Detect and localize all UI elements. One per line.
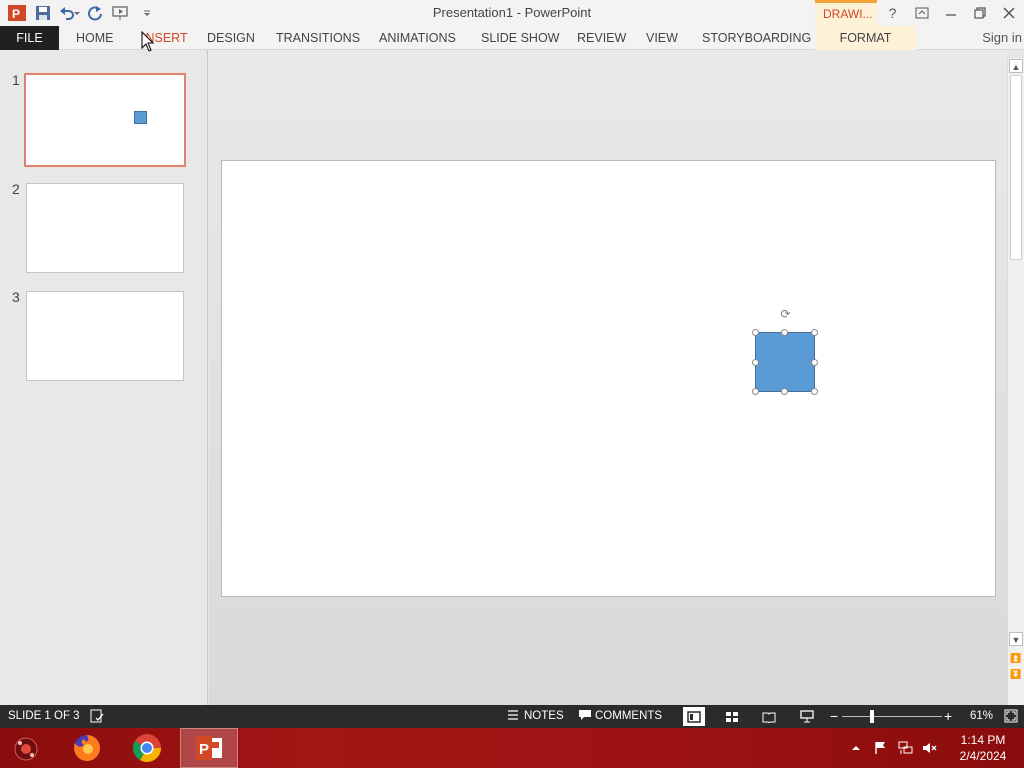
- tab-review[interactable]: REVIEW: [577, 26, 626, 50]
- tab-design[interactable]: DESIGN: [207, 26, 255, 50]
- slide-thumbnails-pane: 1 2 3: [0, 50, 208, 705]
- clock-time: 1:14 PM: [960, 733, 1006, 747]
- title-bar: P Presentation1 - PowerPoint DRAWI... ?: [0, 0, 1024, 26]
- resize-handle-top[interactable]: [781, 329, 788, 336]
- sign-in-link[interactable]: Sign in: [982, 30, 1022, 45]
- slide-thumbnail-2[interactable]: [26, 183, 184, 273]
- svg-text:P: P: [199, 741, 209, 758]
- resize-handle-top-right[interactable]: [811, 329, 818, 336]
- slide-show-icon[interactable]: [796, 707, 818, 726]
- resize-handle-bottom[interactable]: [781, 388, 788, 395]
- tab-slide-show[interactable]: SLIDE SHOW: [481, 26, 560, 50]
- resize-handle-bottom-right[interactable]: [811, 388, 818, 395]
- volume-muted-icon[interactable]: [922, 728, 938, 768]
- scroll-down-icon[interactable]: ▼: [1009, 632, 1023, 646]
- help-button[interactable]: ?: [878, 0, 907, 26]
- restore-icon[interactable]: [965, 0, 994, 26]
- minimize-icon[interactable]: [936, 0, 965, 26]
- notes-icon[interactable]: [507, 709, 519, 724]
- scrollbar-thumb[interactable]: [1010, 75, 1022, 260]
- slide-indicator: SLIDE 1 OF 3: [8, 710, 80, 722]
- normal-view-icon[interactable]: [683, 707, 705, 726]
- notes-button[interactable]: NOTES: [524, 710, 564, 722]
- selected-rectangle-shape[interactable]: [755, 332, 815, 392]
- windows-taskbar: P 1:14 PM 2/4/2024: [0, 728, 1024, 768]
- resize-handle-bottom-left[interactable]: [752, 388, 759, 395]
- resize-handle-right[interactable]: [811, 359, 818, 366]
- start-button-icon[interactable]: [0, 728, 52, 768]
- zoom-out-button[interactable]: −: [830, 708, 838, 724]
- next-slide-icon[interactable]: ⏬: [1009, 667, 1023, 681]
- slide-number: 3: [12, 289, 20, 305]
- rotate-handle-icon[interactable]: ⟳: [779, 308, 792, 321]
- mouse-cursor-icon: [141, 30, 155, 53]
- tab-format[interactable]: FORMAT: [815, 26, 916, 50]
- zoom-in-button[interactable]: +: [944, 708, 952, 724]
- resize-handle-left[interactable]: [752, 359, 759, 366]
- tab-animations[interactable]: ANIMATIONS: [379, 26, 456, 50]
- slide-number: 2: [12, 181, 20, 197]
- close-icon[interactable]: [994, 0, 1023, 26]
- zoom-level[interactable]: 61%: [970, 710, 993, 722]
- spell-check-icon[interactable]: [90, 709, 104, 726]
- drawing-tools-context-label: DRAWI...: [815, 0, 877, 26]
- clock-date: 2/4/2024: [959, 749, 1007, 763]
- action-center-flag-icon[interactable]: [874, 728, 888, 768]
- tab-file[interactable]: FILE: [0, 26, 59, 50]
- tab-storyboarding[interactable]: STORYBOARDING: [702, 26, 811, 50]
- slide-thumbnail-1[interactable]: [24, 73, 186, 167]
- scroll-up-icon[interactable]: ▲: [1009, 59, 1023, 73]
- tab-transitions[interactable]: TRANSITIONS: [276, 26, 360, 50]
- reading-view-icon[interactable]: [758, 707, 780, 726]
- network-icon[interactable]: [898, 728, 914, 768]
- vertical-scrollbar[interactable]: ▲ ▼ ⏫ ⏬: [1007, 58, 1024, 705]
- status-bar: SLIDE 1 OF 3 NOTES COMMENTS − + 61%: [0, 705, 1024, 728]
- firefox-icon[interactable]: [58, 728, 116, 768]
- zoom-slider-track[interactable]: [842, 716, 942, 717]
- thumbnail-shape: [134, 111, 147, 124]
- zoom-slider-thumb[interactable]: [870, 710, 874, 723]
- fit-slide-icon[interactable]: [1004, 709, 1018, 726]
- previous-slide-icon[interactable]: ⏫: [1009, 651, 1023, 665]
- tab-home[interactable]: HOME: [76, 26, 114, 50]
- powerpoint-taskbar-icon[interactable]: P: [180, 728, 238, 768]
- chrome-icon[interactable]: [118, 728, 176, 768]
- slide-thumbnail-3[interactable]: [26, 291, 184, 381]
- comments-icon[interactable]: [578, 709, 592, 724]
- slide-number: 1: [12, 72, 20, 88]
- ribbon-display-options-icon[interactable]: [907, 0, 936, 26]
- slide-canvas[interactable]: [221, 160, 996, 597]
- comments-button[interactable]: COMMENTS: [595, 710, 662, 722]
- show-hidden-icons-icon[interactable]: [850, 728, 862, 768]
- resize-handle-top-left[interactable]: [752, 329, 759, 336]
- slide-sorter-icon[interactable]: [721, 707, 743, 726]
- tab-view[interactable]: VIEW: [646, 26, 678, 50]
- taskbar-clock[interactable]: 1:14 PM 2/4/2024: [950, 732, 1016, 764]
